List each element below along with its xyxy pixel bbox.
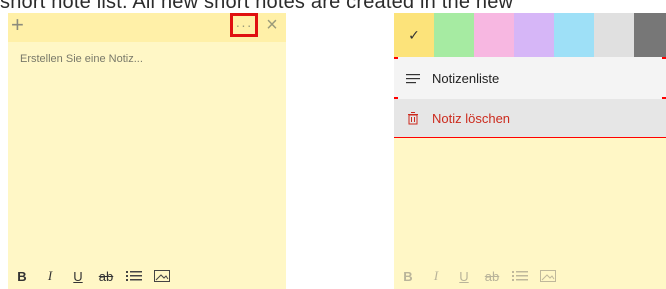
caption-text: short note list. All new short notes are… (0, 0, 514, 13)
swatch-purple[interactable] (514, 13, 554, 57)
underline-button[interactable]: U (450, 263, 478, 289)
swatch-yellow[interactable]: ✓ (394, 13, 434, 57)
menu-item-notes-list[interactable]: Notizenliste (394, 59, 666, 97)
strikethrough-button[interactable]: ab (478, 263, 506, 289)
bold-button[interactable]: B (8, 263, 36, 289)
list-icon[interactable] (506, 263, 534, 289)
sticky-note-left: + ··· × Erstellen Sie eine Notiz... B I … (8, 13, 286, 289)
strikethrough-button[interactable]: ab (92, 263, 120, 289)
swatch-green[interactable] (434, 13, 474, 57)
menu-item-label: Notiz löschen (432, 110, 511, 126)
italic-button[interactable]: I (36, 263, 64, 289)
underline-button[interactable]: U (64, 263, 92, 289)
note-options-menu: ✓ Notizenliste Notiz löschen (394, 13, 666, 138)
list-icon (394, 72, 432, 84)
swatch-charcoal[interactable] (634, 13, 666, 57)
italic-button[interactable]: I (422, 263, 450, 289)
check-icon: ✓ (408, 26, 420, 43)
menu-item-label: Notizenliste (432, 70, 500, 86)
swatch-gray[interactable] (594, 13, 634, 57)
image-icon[interactable] (534, 263, 562, 289)
color-swatches: ✓ (394, 13, 666, 57)
note-placeholder[interactable]: Erstellen Sie eine Notiz... (20, 53, 143, 65)
list-icon[interactable] (120, 263, 148, 289)
note-header: + ··· × (8, 13, 286, 42)
formatting-toolbar-disabled: B I U ab (394, 263, 666, 289)
menu-item-delete-note[interactable]: Notiz löschen (394, 99, 666, 137)
close-note-button[interactable]: × (263, 14, 281, 36)
formatting-toolbar: B I U ab (8, 263, 286, 289)
more-options-button[interactable]: ··· (230, 13, 258, 37)
image-icon[interactable] (148, 263, 176, 289)
bold-button[interactable]: B (394, 263, 422, 289)
add-note-button[interactable]: + (11, 13, 31, 37)
swatch-blue[interactable] (554, 13, 594, 57)
swatch-pink[interactable] (474, 13, 514, 57)
trash-icon (394, 111, 432, 125)
